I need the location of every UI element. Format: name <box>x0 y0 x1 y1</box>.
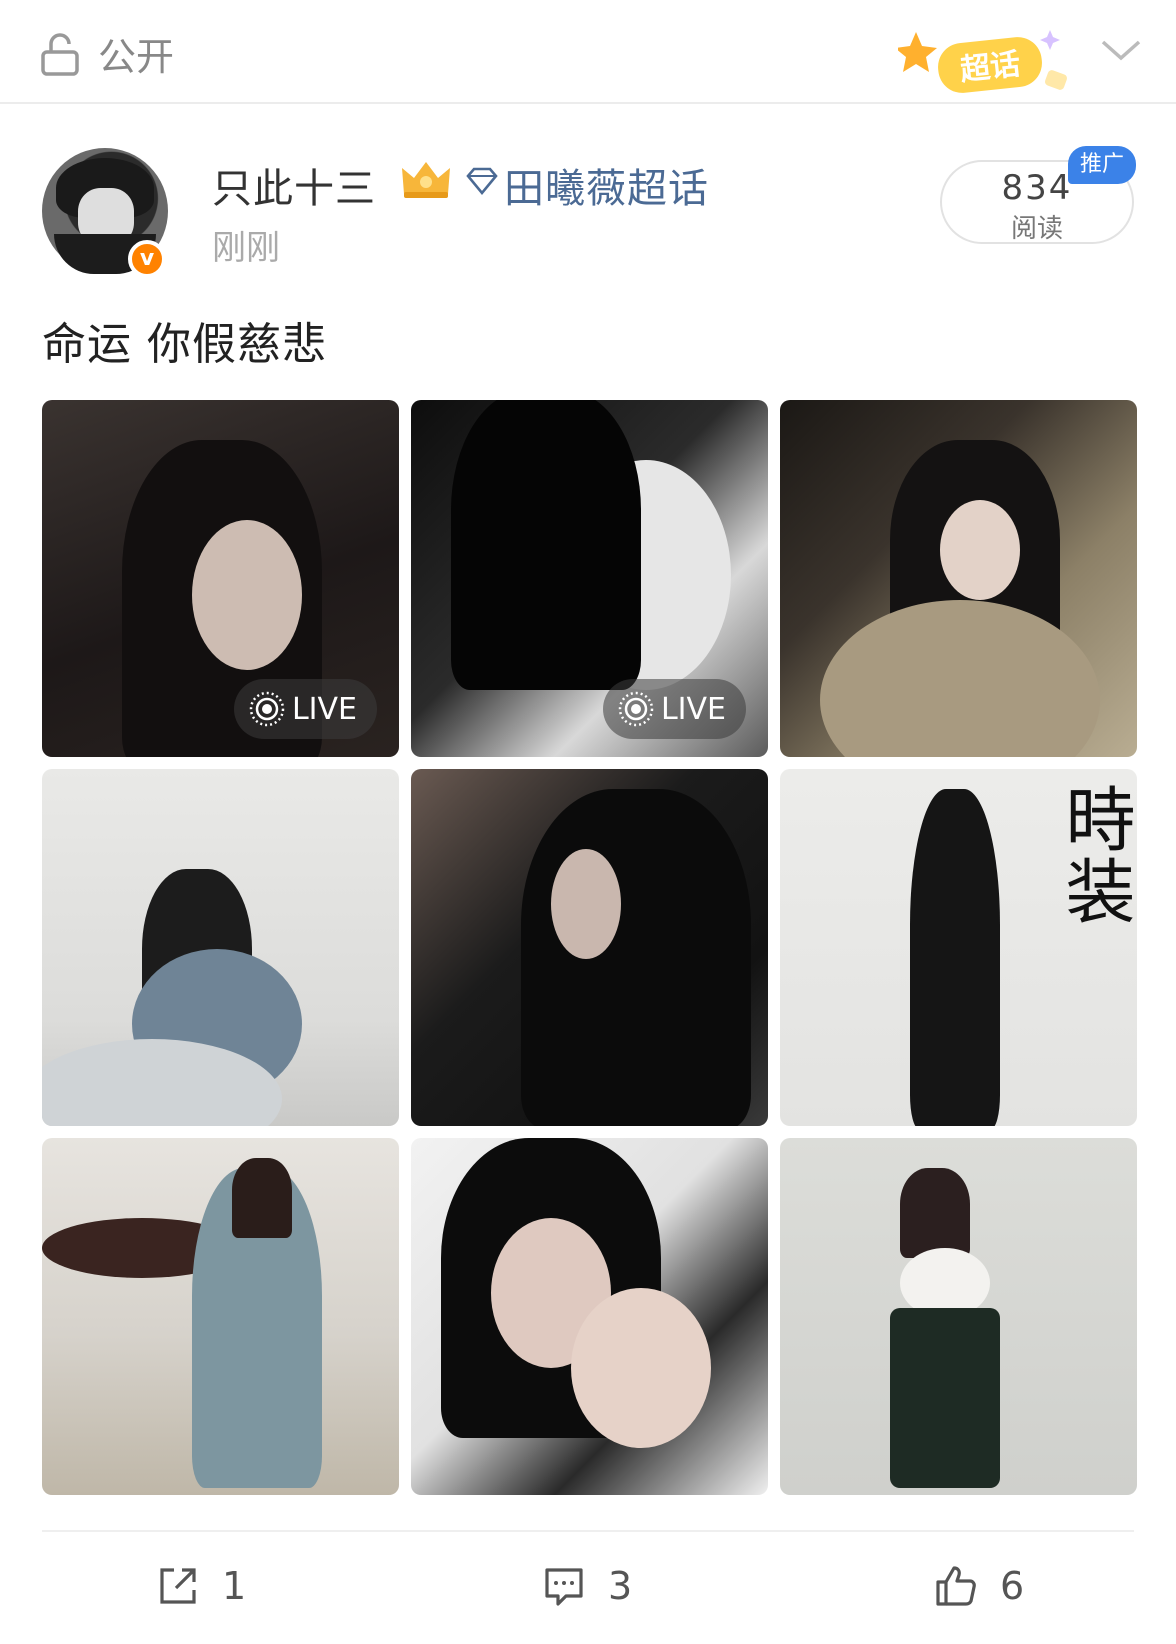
live-photo-chip: LIVE <box>233 679 377 739</box>
photo-5[interactable] <box>411 769 768 1126</box>
photo-8[interactable] <box>411 1138 768 1495</box>
magazine-title: 時装 <box>1054 783 1136 927</box>
post-timestamp: 刚刚 <box>212 228 280 268</box>
read-label: 阅读 <box>1010 214 1063 244</box>
repost-button[interactable]: 1 <box>156 1548 246 1624</box>
photo-9[interactable] <box>780 1138 1137 1495</box>
crown-icon <box>402 162 450 198</box>
photo-2[interactable]: LIVE <box>411 400 768 757</box>
promote-tag[interactable]: 推广 <box>1068 146 1136 184</box>
like-count: 6 <box>1000 1564 1025 1608</box>
verified-badge-icon: v <box>128 240 166 278</box>
thumbs-up-icon <box>936 1566 976 1606</box>
supertopic-badge-icon[interactable]: 超话 <box>898 22 1084 106</box>
privacy-label: 公开 <box>98 35 175 79</box>
diamond-icon <box>466 167 498 196</box>
supertopic-link[interactable]: 田曦薇超话 <box>504 156 709 214</box>
photo-4[interactable] <box>42 769 399 1126</box>
photo-3[interactable] <box>780 400 1137 757</box>
post-action-bar: 1 3 6 <box>0 1548 1176 1624</box>
comment-count: 3 <box>608 1564 633 1608</box>
photo-grid: LIVE LIVE 時装 <box>42 400 1137 1495</box>
photo-1[interactable]: LIVE <box>42 400 399 757</box>
post-text: 命运 你假慈悲 <box>42 319 327 370</box>
weibo-post-page: 公开 超话 v 只此十三 田曦薇超话 刚刚 834 阅读 推广 命运 你假慈悲 … <box>0 0 1176 1644</box>
photo-6[interactable]: 時装 <box>780 769 1137 1126</box>
privacy-setting[interactable]: 公开 <box>40 26 174 81</box>
supertopic-badge-label: 超话 <box>959 47 1022 88</box>
post-top-bar: 公开 超话 <box>0 0 1176 104</box>
live-photo-icon <box>249 691 285 727</box>
unlock-icon <box>41 32 79 76</box>
username[interactable]: 只此十三 <box>212 156 376 214</box>
chevron-down-icon[interactable] <box>1098 30 1144 70</box>
live-label: LIVE <box>660 691 726 727</box>
live-photo-icon <box>618 691 654 727</box>
photo-7[interactable] <box>42 1138 399 1495</box>
like-button[interactable]: 6 <box>934 1548 1024 1624</box>
comment-button[interactable]: 3 <box>542 1548 632 1624</box>
repost-count: 1 <box>222 1564 247 1608</box>
divider <box>42 1530 1134 1532</box>
repost-icon <box>160 1568 196 1604</box>
comment-icon <box>545 1568 583 1606</box>
live-photo-chip: LIVE <box>602 679 746 739</box>
live-label: LIVE <box>291 691 357 727</box>
